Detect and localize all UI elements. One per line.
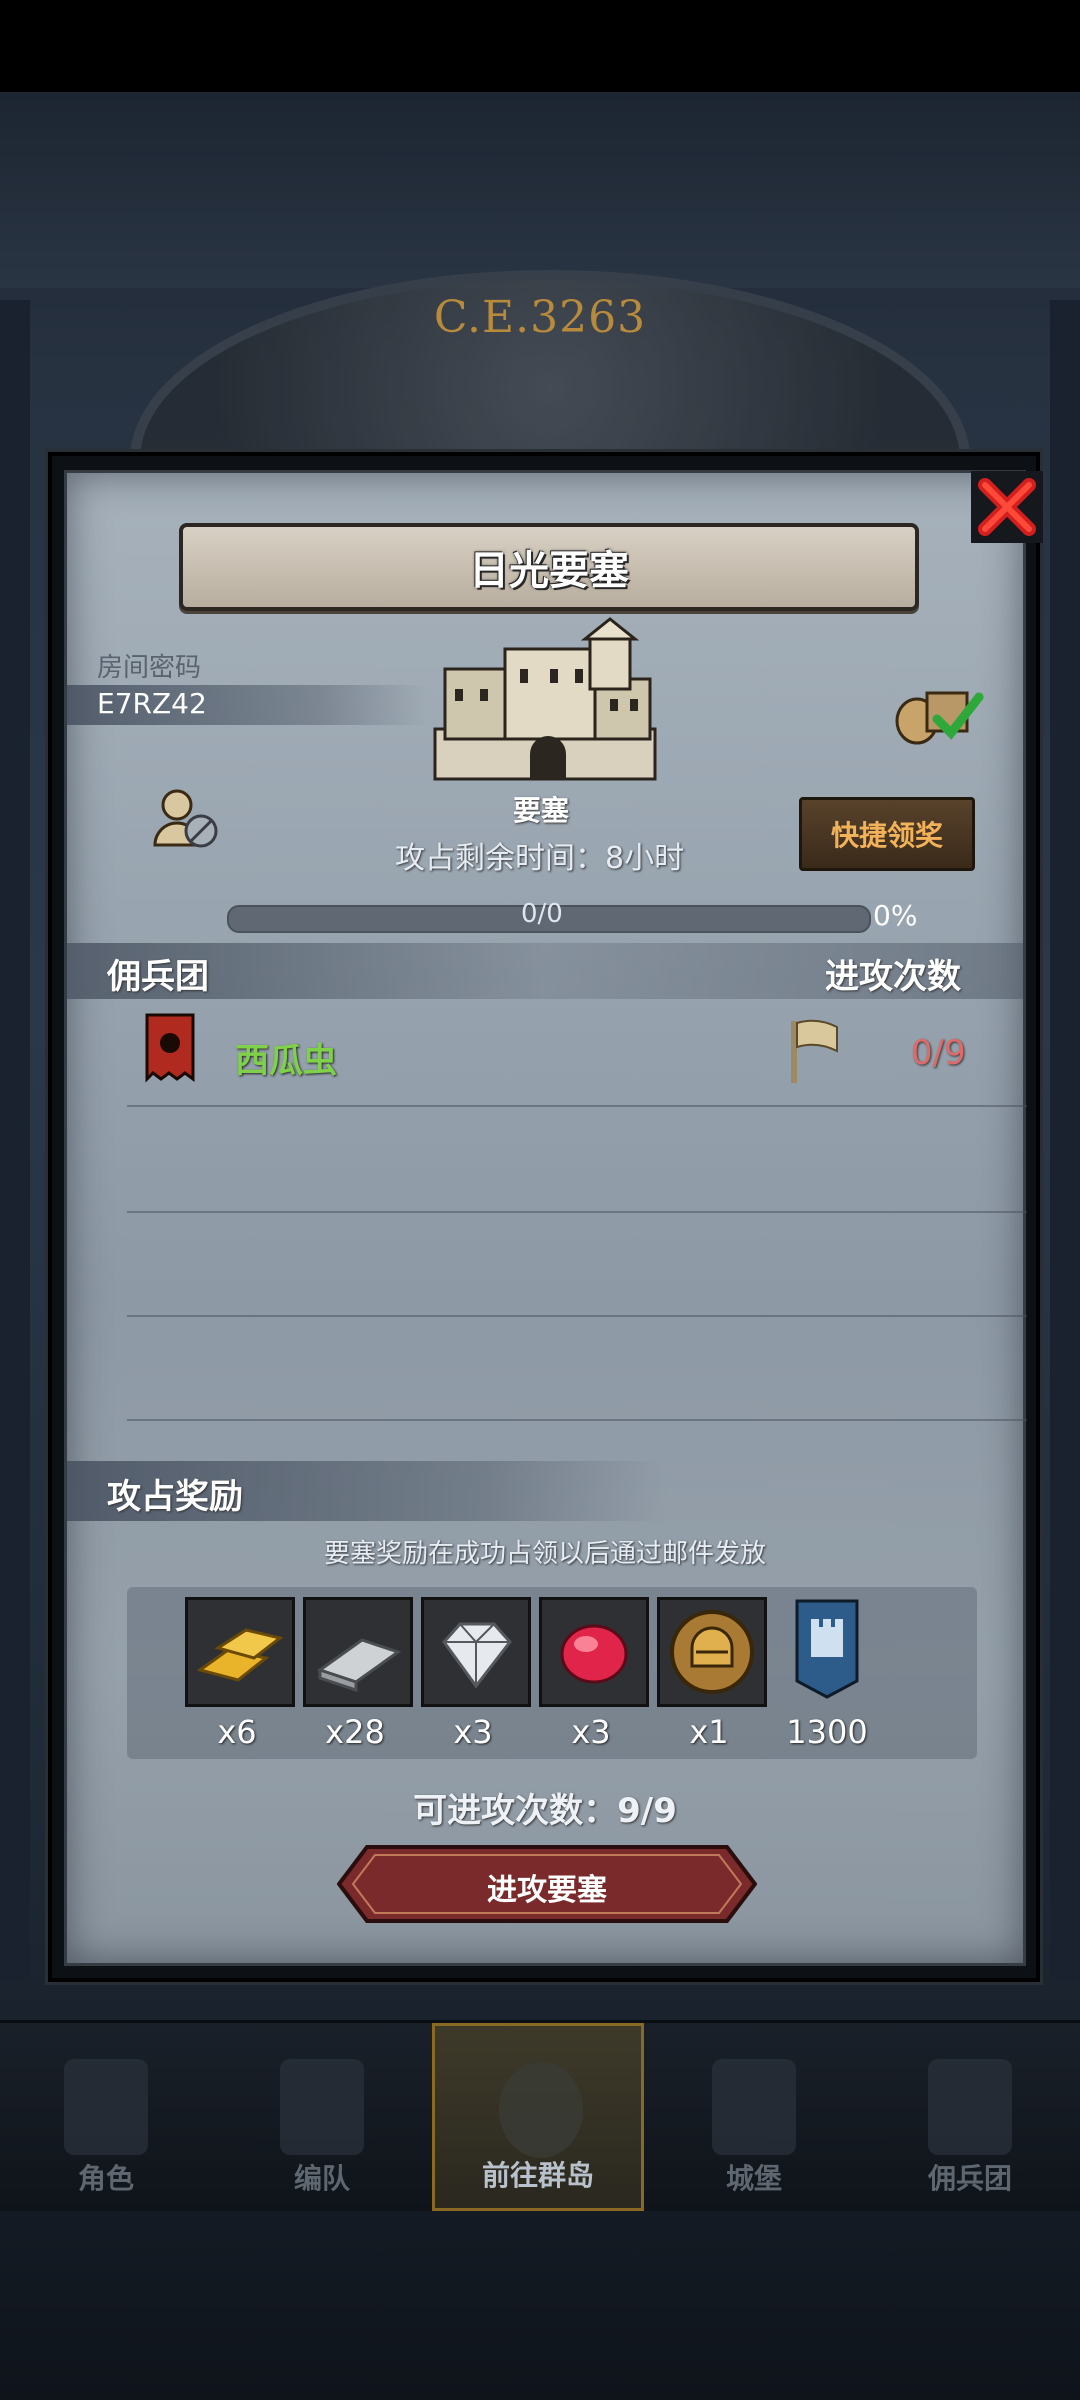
progress-text: 0/0 <box>521 899 563 929</box>
room-code-label: 房间密码 <box>97 653 202 683</box>
reward-slot[interactable] <box>775 1597 879 1701</box>
attacks-available: 可进攻次数：9/9 <box>413 1791 677 1831</box>
row-divider <box>127 1315 1027 1317</box>
attacks-header: 进攻次数 <box>825 957 961 997</box>
reward-slot[interactable] <box>539 1597 649 1707</box>
fortress-icon <box>433 617 657 781</box>
time-label: 攻占剩余时间： <box>395 841 605 876</box>
nav-role[interactable]: 角色 <box>0 2023 212 2211</box>
mercenary-icon <box>928 2059 1012 2155</box>
row-divider <box>127 1419 1027 1421</box>
title-plate: 日光要塞 <box>179 523 919 611</box>
building-name: 要塞 <box>513 794 570 827</box>
guild-banner-icon <box>145 1013 195 1083</box>
nav-mercenary[interactable]: 佣兵团 <box>864 2023 1076 2211</box>
mercenary-name: 西瓜虫 <box>235 1041 337 1081</box>
castle-banner-icon <box>795 1599 859 1699</box>
nav-label: 编队 <box>293 2162 350 2195</box>
background-top <box>0 92 1080 288</box>
mercenary-header: 佣兵团 <box>107 957 209 997</box>
era-label: C.E.3263 <box>433 292 647 343</box>
attack-fortress-button[interactable]: 进攻要塞 <box>337 1845 757 1923</box>
close-icon <box>971 471 1043 543</box>
fortress-dialog: 日光要塞 房间密码 E7RZ42 要塞 快捷领奖 攻占剩余时间：8小时 0/0 … <box>48 452 1043 1982</box>
nav-formation[interactable]: 编队 <box>216 2023 428 2211</box>
close-button[interactable] <box>967 467 1047 547</box>
flag-icon <box>791 1019 838 1083</box>
time-value: 8小时 <box>605 841 685 876</box>
reward-slot[interactable] <box>185 1597 295 1707</box>
row-divider <box>127 1105 1027 1107</box>
gold-bars-icon <box>196 1628 284 1682</box>
nav-islands[interactable]: 前往群岛 <box>432 2023 644 2211</box>
right-edge-strip <box>1050 300 1080 1980</box>
reward-slot[interactable] <box>657 1597 767 1707</box>
reward-qty: x1 <box>689 1713 729 1751</box>
rewards-note: 要塞奖励在成功占领以后通过邮件发放 <box>323 1539 766 1569</box>
reward-slot[interactable] <box>421 1597 531 1707</box>
nav-label: 佣兵团 <box>927 2162 1012 2195</box>
knight-icon <box>64 2059 148 2155</box>
dialog-panel: 日光要塞 房间密码 E7RZ42 要塞 快捷领奖 攻占剩余时间：8小时 0/0 … <box>64 470 1043 1966</box>
mercenary-attacks: 0/9 <box>911 1033 966 1073</box>
globe-icon <box>499 2062 583 2158</box>
quick-claim-button[interactable]: 快捷领奖 <box>799 797 975 871</box>
nav-label: 角色 <box>77 2162 134 2195</box>
helmet-coin-icon <box>670 1610 754 1694</box>
row-divider <box>127 1211 1027 1213</box>
quick-claim-label: 快捷领奖 <box>830 819 943 852</box>
nav-castle[interactable]: 城堡 <box>648 2023 860 2211</box>
time-remaining: 攻占剩余时间：8小时 <box>395 833 684 877</box>
bottom-navigation: 角色 编队 前往群岛 城堡 佣兵团 <box>0 2020 1080 2211</box>
status-bar <box>0 0 1080 92</box>
nav-label: 城堡 <box>725 2162 782 2195</box>
horse-knight-icon <box>280 2059 364 2155</box>
reward-qty: x6 <box>217 1713 257 1751</box>
iron-ingot-icon <box>316 1638 402 1693</box>
rewards-header: 攻占奖励 <box>107 1477 243 1517</box>
reward-qty: x3 <box>453 1713 493 1751</box>
progress-percent: 0% <box>873 899 918 932</box>
reward-slot[interactable] <box>303 1597 413 1707</box>
attack-button-label: 进攻要塞 <box>487 1873 607 1908</box>
diamond-icon <box>442 1622 512 1689</box>
bag-check-icon[interactable] <box>887 673 987 753</box>
reward-qty: 1300 <box>786 1713 868 1751</box>
reward-qty: x28 <box>325 1713 385 1751</box>
reward-qty: x3 <box>571 1713 611 1751</box>
left-edge-strip <box>0 300 30 1980</box>
dialog-title: 日光要塞 <box>469 548 629 594</box>
castle-icon <box>712 2059 796 2155</box>
no-player-icon <box>153 789 218 848</box>
ruby-icon <box>560 1624 628 1684</box>
nav-label: 前往群岛 <box>481 2159 594 2192</box>
room-code: E7RZ42 <box>97 687 207 720</box>
